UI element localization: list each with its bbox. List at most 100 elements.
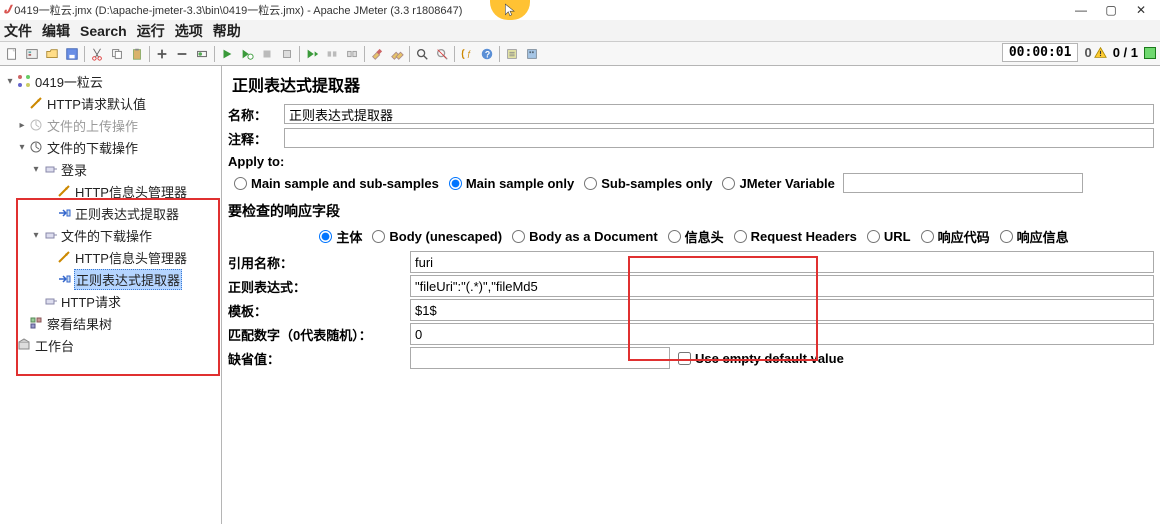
- config-icon: [56, 183, 72, 199]
- tree-node-workbench[interactable]: 工作台: [2, 334, 219, 356]
- radio-sub-only[interactable]: Sub-samples only: [578, 176, 712, 191]
- window-close-button[interactable]: ✕: [1126, 3, 1156, 17]
- svg-text:?: ?: [485, 49, 490, 59]
- help-icon[interactable]: ?: [478, 45, 496, 63]
- menu-run[interactable]: 运行: [137, 21, 165, 41]
- name-label: 名称：: [228, 105, 284, 124]
- threadgroup-icon: [28, 139, 44, 155]
- cut-icon[interactable]: [88, 45, 106, 63]
- panel-title: 正则表达式提取器: [232, 72, 1154, 96]
- reset-search-icon[interactable]: [433, 45, 451, 63]
- tree-label: 0419一粒云: [34, 72, 104, 91]
- stop-icon[interactable]: [258, 45, 276, 63]
- window-minimize-button[interactable]: —: [1066, 3, 1096, 17]
- radio-body-doc[interactable]: Body as a Document: [506, 229, 658, 244]
- menu-bar: 文件 编辑 Search 运行 选项 帮助: [0, 20, 1160, 42]
- tree-node-download-op[interactable]: ▾ 文件的下载操作: [2, 224, 219, 246]
- save-icon[interactable]: [63, 45, 81, 63]
- match-no-label: 匹配数字（0代表随机）：: [228, 325, 410, 344]
- tree-node-regex-2-selected[interactable]: 正则表达式提取器: [2, 268, 219, 290]
- radio-jmeter-var[interactable]: JMeter Variable: [716, 176, 834, 191]
- apply-to-label: Apply to:: [228, 154, 1154, 169]
- radio-body[interactable]: 主体: [313, 227, 362, 246]
- menu-file[interactable]: 文件: [4, 21, 32, 41]
- error-count: 0: [1084, 45, 1106, 60]
- menu-edit[interactable]: 编辑: [42, 21, 70, 41]
- heap-dump-icon[interactable]: [523, 45, 541, 63]
- radio-body-unescaped[interactable]: Body (unescaped): [366, 229, 502, 244]
- search-tree-icon[interactable]: [413, 45, 431, 63]
- use-empty-checkbox[interactable]: Use empty default value: [678, 351, 844, 366]
- ref-name-input[interactable]: [410, 251, 1154, 273]
- shutdown-icon[interactable]: [278, 45, 296, 63]
- tree-node-login[interactable]: ▾ 登录: [2, 158, 219, 180]
- tree-node-upload-group[interactable]: ▸ 文件的上传操作: [2, 114, 219, 136]
- postprocessor-icon: [56, 271, 72, 287]
- clear-icon[interactable]: [368, 45, 386, 63]
- paste-icon[interactable]: [128, 45, 146, 63]
- tree-node-header-mgr-2[interactable]: HTTP信息头管理器: [2, 246, 219, 268]
- radio-url[interactable]: URL: [861, 229, 911, 244]
- svg-text:ƒ: ƒ: [467, 49, 471, 58]
- remote-start-icon[interactable]: [303, 45, 321, 63]
- field-check-radios: 主体 Body (unescaped) Body as a Document 信…: [228, 227, 1154, 246]
- warning-icon: [1094, 46, 1107, 59]
- jmeter-var-input[interactable]: [843, 173, 1083, 193]
- window-maximize-button[interactable]: ▢: [1096, 3, 1126, 17]
- menu-search[interactable]: Search: [80, 23, 127, 39]
- sampler-icon: [42, 161, 58, 177]
- default-label: 缺省值：: [228, 349, 410, 368]
- window-titlebar: 𝑱 0419一粒云.jmx (D:\apache-jmeter-3.3\bin\…: [0, 0, 1160, 20]
- start-no-timers-icon[interactable]: [238, 45, 256, 63]
- tree-node-regex-1[interactable]: 正则表达式提取器: [2, 202, 219, 224]
- regex-input[interactable]: [410, 275, 1154, 297]
- start-icon[interactable]: [218, 45, 236, 63]
- radio-headers[interactable]: 信息头: [662, 227, 724, 246]
- template-label: 模板：: [228, 301, 410, 320]
- clear-all-icon[interactable]: [388, 45, 406, 63]
- match-no-input[interactable]: [410, 323, 1154, 345]
- collapse-all-icon[interactable]: [173, 45, 191, 63]
- toolbar-stats: 00:00:01 0 0 / 1: [1002, 43, 1156, 62]
- name-input[interactable]: [284, 104, 1154, 124]
- radio-req-headers[interactable]: Request Headers: [728, 229, 857, 244]
- templates-icon[interactable]: [23, 45, 41, 63]
- thread-count: 0 / 1: [1113, 45, 1138, 60]
- menu-help[interactable]: 帮助: [213, 21, 241, 41]
- toolbar: ƒ ? 00:00:01 0 0 / 1: [0, 42, 1160, 66]
- tree-node-download-group[interactable]: ▾ 文件的下载操作: [2, 136, 219, 158]
- radio-main-sub[interactable]: Main sample and sub-samples: [228, 176, 439, 191]
- function-helper-icon[interactable]: ƒ: [458, 45, 476, 63]
- regex-label: 正则表达式：: [228, 277, 410, 296]
- radio-msg[interactable]: 响应信息: [994, 227, 1069, 246]
- menu-options[interactable]: 选项: [175, 21, 203, 41]
- testplan-icon: [16, 73, 32, 89]
- tree-node-http-request[interactable]: HTTP请求: [2, 290, 219, 312]
- remote-shutdown-icon[interactable]: [343, 45, 361, 63]
- toggle-icon[interactable]: [193, 45, 211, 63]
- sampler-icon: [42, 293, 58, 309]
- default-input[interactable]: [410, 347, 670, 369]
- window-title: 0419一粒云.jmx (D:\apache-jmeter-3.3\bin\04…: [14, 2, 462, 18]
- comment-label: 注释：: [228, 129, 284, 148]
- new-icon[interactable]: [3, 45, 21, 63]
- tree-node-http-defaults[interactable]: HTTP请求默认值: [2, 92, 219, 114]
- threadgroup-icon: [28, 117, 44, 133]
- comment-input[interactable]: [284, 128, 1154, 148]
- app-icon: 𝑱: [4, 4, 10, 17]
- remote-stop-icon[interactable]: [323, 45, 341, 63]
- field-check-label: 要检查的响应字段: [228, 201, 1154, 221]
- open-icon[interactable]: [43, 45, 61, 63]
- tree-node-result-tree[interactable]: 察看结果树: [2, 312, 219, 334]
- tree-node-header-mgr-1[interactable]: HTTP信息头管理器: [2, 180, 219, 202]
- config-icon: [28, 95, 44, 111]
- expand-all-icon[interactable]: [153, 45, 171, 63]
- thread-dump-icon[interactable]: [503, 45, 521, 63]
- radio-main-only[interactable]: Main sample only: [443, 176, 574, 191]
- test-plan-tree[interactable]: ▾ 0419一粒云 HTTP请求默认值 ▸ 文件的上传操作 ▾ 文件的下载操作 …: [0, 66, 222, 524]
- copy-icon[interactable]: [108, 45, 126, 63]
- radio-code[interactable]: 响应代码: [915, 227, 990, 246]
- tree-node-testplan[interactable]: ▾ 0419一粒云: [2, 70, 219, 92]
- postprocessor-icon: [56, 205, 72, 221]
- template-input[interactable]: [410, 299, 1154, 321]
